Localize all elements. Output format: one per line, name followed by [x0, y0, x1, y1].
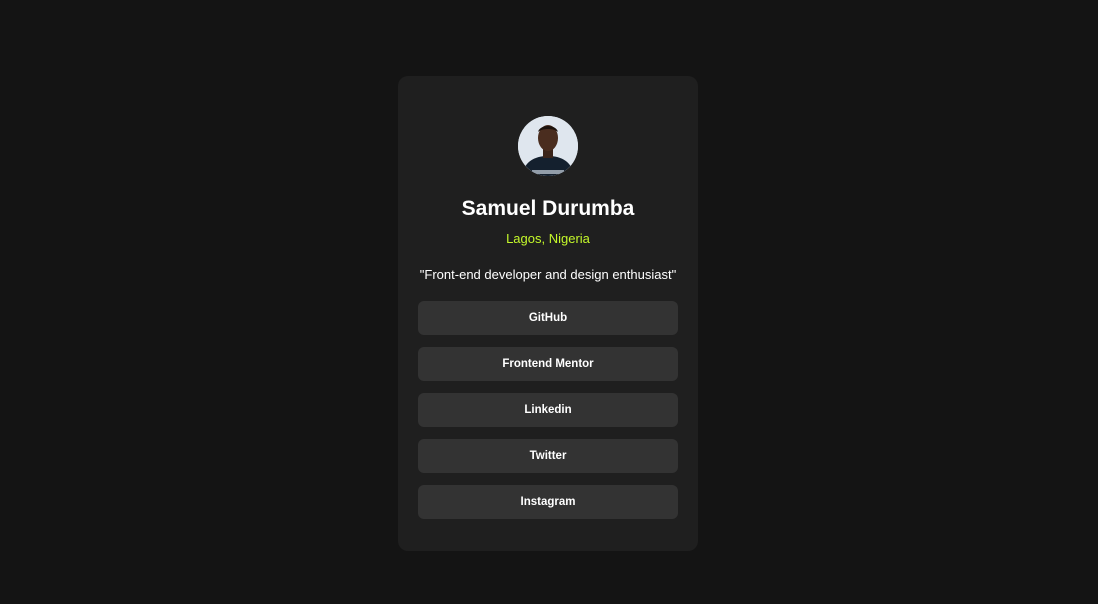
profile-bio: "Front-end developer and design enthusia… [419, 267, 677, 282]
social-links: GitHub Frontend Mentor Linkedin Twitter … [418, 301, 678, 531]
twitter-link-button[interactable]: Twitter [418, 439, 678, 473]
profile-location: Lagos, Nigeria [506, 231, 590, 246]
profile-name: Samuel Durumba [461, 197, 635, 220]
linkedin-link-button[interactable]: Linkedin [418, 393, 678, 427]
profile-card: Samuel Durumba Lagos, Nigeria "Front-end… [398, 76, 698, 551]
instagram-link-button[interactable]: Instagram [418, 485, 678, 519]
github-link-button[interactable]: GitHub [418, 301, 678, 335]
avatar-photo [518, 116, 578, 176]
frontend-mentor-link-button[interactable]: Frontend Mentor [418, 347, 678, 381]
avatar [518, 116, 578, 176]
